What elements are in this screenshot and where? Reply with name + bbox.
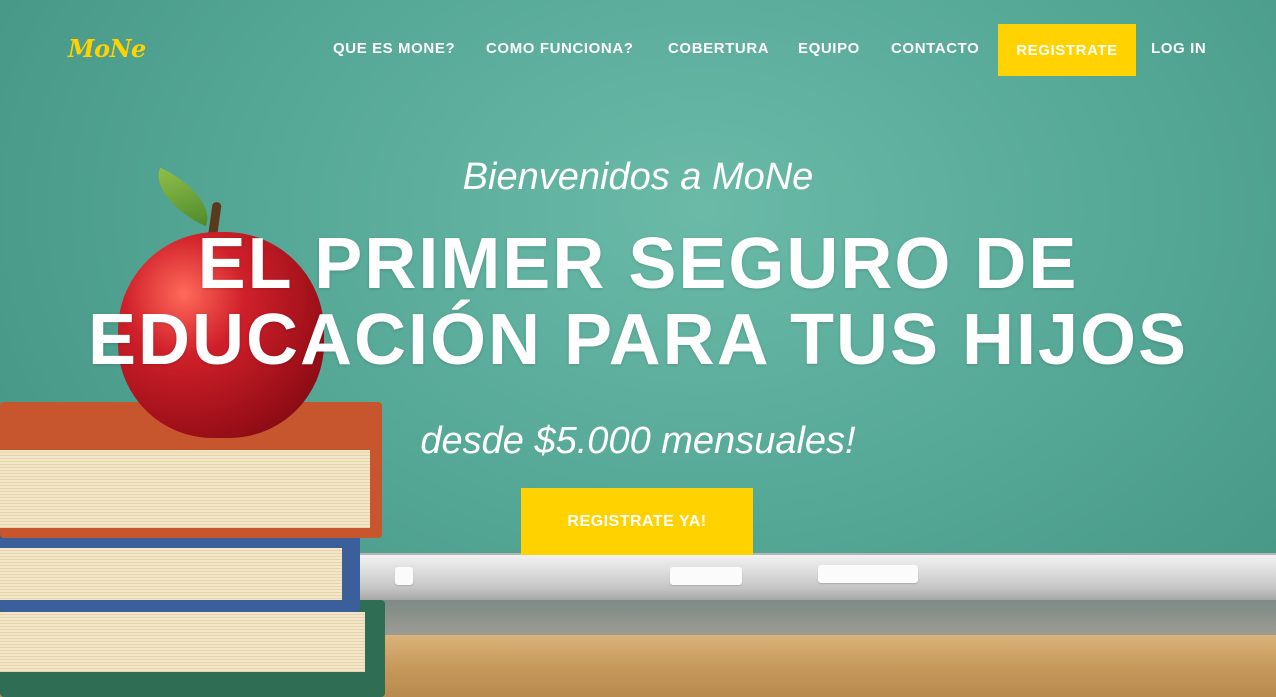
price-text: desde $5.000 mensuales! xyxy=(420,420,856,462)
nav-login-link[interactable]: LOG IN xyxy=(1151,40,1206,57)
nav-register-button[interactable]: REGISTRATE xyxy=(998,24,1136,76)
nav-que-es-mone[interactable]: QUE ES MONE? xyxy=(333,40,455,57)
welcome-text: Bienvenidos a MoNe xyxy=(462,156,814,198)
nav-contacto[interactable]: CONTACTO xyxy=(891,40,979,57)
logo[interactable]: MoNe xyxy=(68,34,146,63)
register-now-button[interactable]: REGISTRATE YA! xyxy=(521,488,753,555)
hero-headline: EL PRIMER SEGURO DE EDUCACIÓN PARA TUS H… xyxy=(0,226,1276,378)
headline-line-1: EL PRIMER SEGURO DE xyxy=(197,224,1079,304)
chalk-piece xyxy=(818,565,918,583)
nav-como-funciona[interactable]: COMO FUNCIONA? xyxy=(486,40,634,57)
book-pages xyxy=(0,612,365,672)
chalk-piece xyxy=(670,567,742,585)
chalk-piece xyxy=(395,567,413,585)
headline-line-2: EDUCACIÓN PARA TUS HIJOS xyxy=(87,300,1189,380)
chalkboard-tray xyxy=(340,553,1276,603)
book-pages xyxy=(0,548,342,600)
nav-equipo[interactable]: EQUIPO xyxy=(798,40,860,57)
nav-cobertura[interactable]: COBERTURA xyxy=(668,40,769,57)
wall xyxy=(340,600,1276,640)
